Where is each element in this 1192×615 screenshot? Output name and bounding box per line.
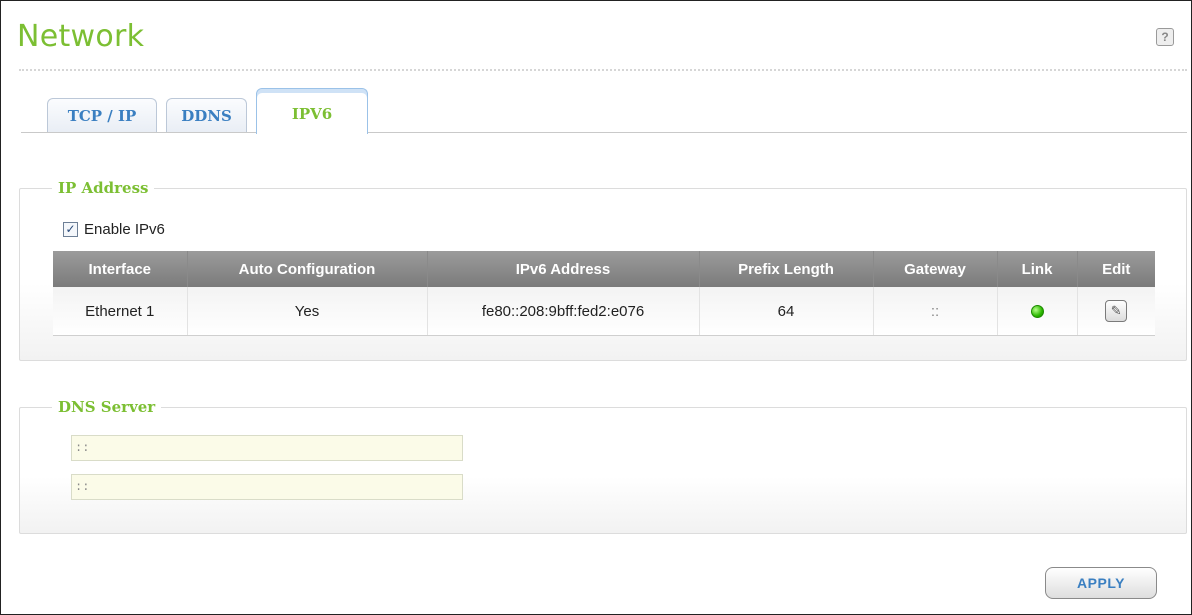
col-header-link: Link [997, 251, 1078, 287]
col-header-interface: Interface [53, 251, 188, 287]
interfaces-table: Interface Auto Configuration IPv6 Addres… [53, 251, 1155, 336]
cell-link [997, 287, 1078, 336]
dns-primary-input[interactable] [71, 435, 463, 461]
col-header-auto-config: Auto Configuration [187, 251, 428, 287]
page-title: Network [17, 19, 145, 54]
enable-ipv6-checkbox[interactable]: ✓ [63, 221, 78, 237]
col-header-prefix-length: Prefix Length [699, 251, 874, 287]
link-status-icon [1030, 305, 1044, 319]
dns-server-section: DNS Server [19, 398, 1187, 534]
cell-prefix-length: 64 [699, 287, 874, 336]
edit-pencil-icon[interactable]: ✎ [1105, 300, 1128, 322]
col-header-edit: Edit [1077, 251, 1155, 287]
help-icon[interactable]: ? [1156, 28, 1174, 46]
dns-server-legend: DNS Server [58, 398, 156, 416]
ip-address-legend: IP Address [58, 179, 149, 197]
tab-ipv6[interactable]: IPV6 [256, 88, 368, 134]
cell-ipv6-address: fe80::208:9bff:fed2:e076 [427, 287, 700, 336]
cell-auto-config: Yes [187, 287, 428, 336]
col-header-gateway: Gateway [873, 251, 998, 287]
cell-edit: ✎ [1077, 287, 1155, 336]
cell-interface: Ethernet 1 [53, 287, 188, 336]
col-header-ipv6-address: IPv6 Address [427, 251, 700, 287]
enable-ipv6-row[interactable]: ✓ Enable IPv6 [63, 219, 165, 239]
title-divider [19, 69, 1187, 71]
table-row: Ethernet 1 Yes fe80::208:9bff:fed2:e076 … [53, 287, 1155, 336]
enable-ipv6-label: Enable IPv6 [84, 220, 165, 238]
tab-ddns[interactable]: DDNS [166, 98, 247, 132]
apply-button[interactable]: APPLY [1045, 567, 1157, 599]
tab-tcp-ip[interactable]: TCP / IP [47, 98, 157, 132]
cell-gateway: :: [873, 287, 998, 336]
network-panel: Network ? TCP / IP DDNS IPV6 IP Address … [0, 0, 1192, 615]
table-header-row: Interface Auto Configuration IPv6 Addres… [53, 251, 1155, 287]
dns-secondary-input[interactable] [71, 474, 463, 500]
